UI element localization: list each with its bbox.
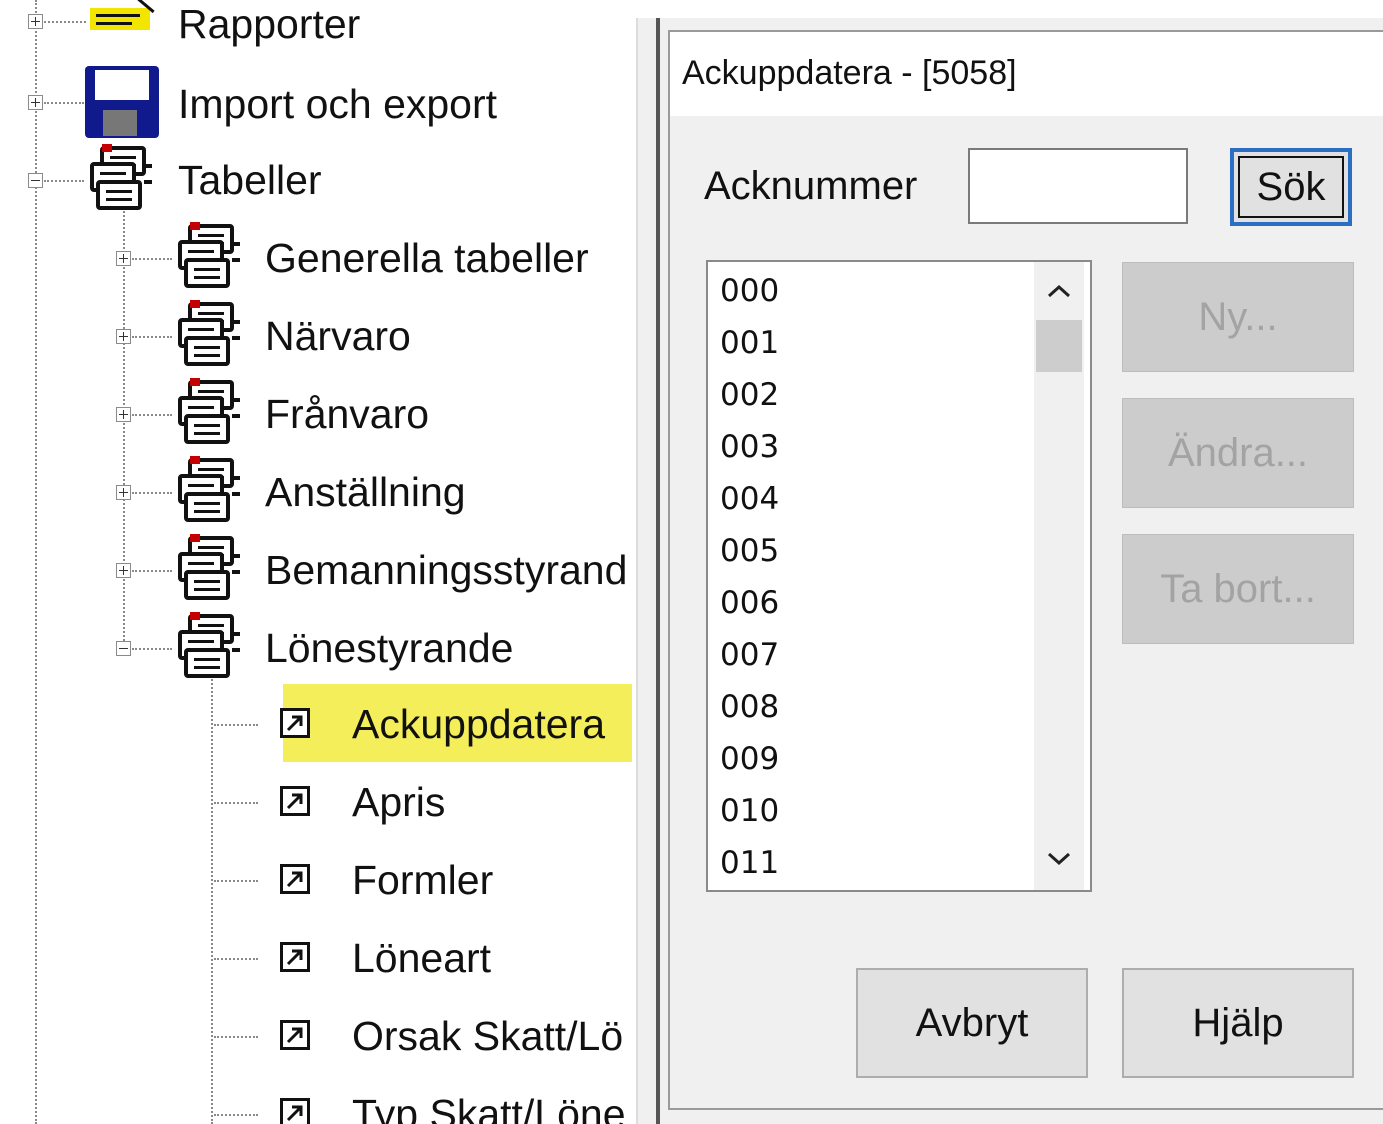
tree-item-label: Lönestyrande xyxy=(265,625,514,671)
tree-item-label: Tabeller xyxy=(178,157,322,203)
expand-icon[interactable] xyxy=(116,251,131,266)
tree-item-label: Bemanningsstyrand xyxy=(265,547,628,593)
ackuppdatera-dialog: Ackuppdatera - [5058] Acknummer Sök 000 … xyxy=(656,18,1383,1124)
table-stack-icon xyxy=(172,378,242,446)
scroll-thumb[interactable] xyxy=(1036,320,1082,372)
tree-item-ackuppdatera[interactable]: Ackuppdatera xyxy=(0,690,636,760)
tree-item-typ-skatt[interactable]: Typ Skatt/Löne xyxy=(0,1080,636,1124)
expand-icon[interactable] xyxy=(28,14,43,29)
tree-item-lonestyrande[interactable]: Lönestyrande xyxy=(0,612,636,682)
list-item[interactable]: 005 xyxy=(720,536,779,567)
acknummer-input[interactable] xyxy=(968,148,1188,224)
pane-splitter[interactable] xyxy=(636,18,656,1124)
collapse-icon[interactable] xyxy=(116,641,131,656)
cancel-button[interactable]: Avbryt xyxy=(856,968,1088,1078)
tree-item-label: Formler xyxy=(352,857,494,903)
tree-item-loneart[interactable]: Löneart xyxy=(0,924,636,994)
list-item[interactable]: 003 xyxy=(720,432,779,463)
table-stack-icon xyxy=(172,534,242,602)
list-item[interactable]: 010 xyxy=(720,796,779,827)
list-item[interactable]: 006 xyxy=(720,588,779,619)
report-icon xyxy=(86,0,164,42)
tree-item-anstallning[interactable]: Anställning xyxy=(0,456,636,526)
dialog-titlebar[interactable]: Ackuppdatera - [5058] xyxy=(670,32,1383,116)
tree-item-label: Import och export xyxy=(178,81,498,127)
shortcut-icon xyxy=(280,786,310,816)
edit-button[interactable]: Ändra... xyxy=(1122,398,1354,508)
shortcut-icon xyxy=(280,708,310,738)
navigation-tree: Rapporter Import och export Tabeller Gen… xyxy=(0,0,636,1124)
tree-item-rapporter[interactable]: Rapporter xyxy=(0,0,636,62)
dialog-frame: Ackuppdatera - [5058] Acknummer Sök 000 … xyxy=(668,30,1383,1110)
tree-item-label: Ackuppdatera xyxy=(352,701,606,747)
ack-listbox[interactable]: 000 001 002 003 004 005 006 007 008 009 … xyxy=(706,260,1092,892)
list-item[interactable]: 002 xyxy=(720,380,779,411)
table-stack-icon xyxy=(172,300,242,368)
shortcut-icon xyxy=(280,942,310,972)
expand-icon[interactable] xyxy=(116,485,131,500)
table-stack-icon xyxy=(172,456,242,524)
tree-item-label: Närvaro xyxy=(265,313,411,359)
list-item[interactable]: 000 xyxy=(720,276,779,307)
list-item[interactable]: 009 xyxy=(720,744,779,775)
dialog-title: Ackuppdatera - [5058] xyxy=(682,54,1017,92)
tree-item-apris[interactable]: Apris xyxy=(0,768,636,838)
tree-item-label: Frånvaro xyxy=(265,391,430,437)
list-item[interactable]: 001 xyxy=(720,328,779,359)
tree-item-import-export[interactable]: Import och export xyxy=(0,66,636,138)
tree-item-label: Rapporter xyxy=(178,1,361,47)
tree-item-label: Löneart xyxy=(352,935,492,981)
delete-button[interactable]: Ta bort... xyxy=(1122,534,1354,644)
expand-icon[interactable] xyxy=(116,563,131,578)
shortcut-icon xyxy=(280,864,310,894)
tree-item-generella-tabeller[interactable]: Generella tabeller xyxy=(0,222,636,292)
tree-item-label: Orsak Skatt/Lö xyxy=(352,1013,624,1059)
tree-item-narvaro[interactable]: Närvaro xyxy=(0,300,636,370)
scroll-up-icon[interactable] xyxy=(1034,266,1084,316)
list-item[interactable]: 011 xyxy=(720,848,779,879)
help-button[interactable]: Hjälp xyxy=(1122,968,1354,1078)
shortcut-icon xyxy=(280,1098,310,1124)
list-item[interactable]: 008 xyxy=(720,692,779,723)
tree-item-label: Generella tabeller xyxy=(265,235,589,281)
scroll-down-icon[interactable] xyxy=(1034,834,1084,884)
tree-item-franvaro[interactable]: Frånvaro xyxy=(0,378,636,448)
list-scrollbar[interactable] xyxy=(1034,262,1084,890)
search-button[interactable]: Sök xyxy=(1230,148,1352,226)
acknummer-label: Acknummer xyxy=(704,164,918,208)
table-stack-icon xyxy=(84,144,154,212)
tree-item-orsak-skatt[interactable]: Orsak Skatt/Lö xyxy=(0,1002,636,1072)
tree-item-formler[interactable]: Formler xyxy=(0,846,636,916)
expand-icon[interactable] xyxy=(116,407,131,422)
expand-icon[interactable] xyxy=(116,329,131,344)
table-stack-icon xyxy=(172,222,242,290)
tree-item-label: Anställning xyxy=(265,469,466,515)
tree-item-tabeller[interactable]: Tabeller xyxy=(0,144,636,214)
table-stack-icon xyxy=(172,612,242,680)
collapse-icon[interactable] xyxy=(28,173,43,188)
search-button-label: Sök xyxy=(1238,156,1344,218)
floppy-disk-icon xyxy=(85,66,159,138)
tree-item-label: Apris xyxy=(352,779,446,825)
list-item[interactable]: 007 xyxy=(720,640,779,671)
tree-item-label: Typ Skatt/Löne xyxy=(352,1091,626,1124)
shortcut-icon xyxy=(280,1020,310,1050)
list-item[interactable]: 004 xyxy=(720,484,779,515)
expand-icon[interactable] xyxy=(28,95,43,110)
tree-item-bemanningsstyrande[interactable]: Bemanningsstyrand xyxy=(0,534,636,604)
new-button[interactable]: Ny... xyxy=(1122,262,1354,372)
